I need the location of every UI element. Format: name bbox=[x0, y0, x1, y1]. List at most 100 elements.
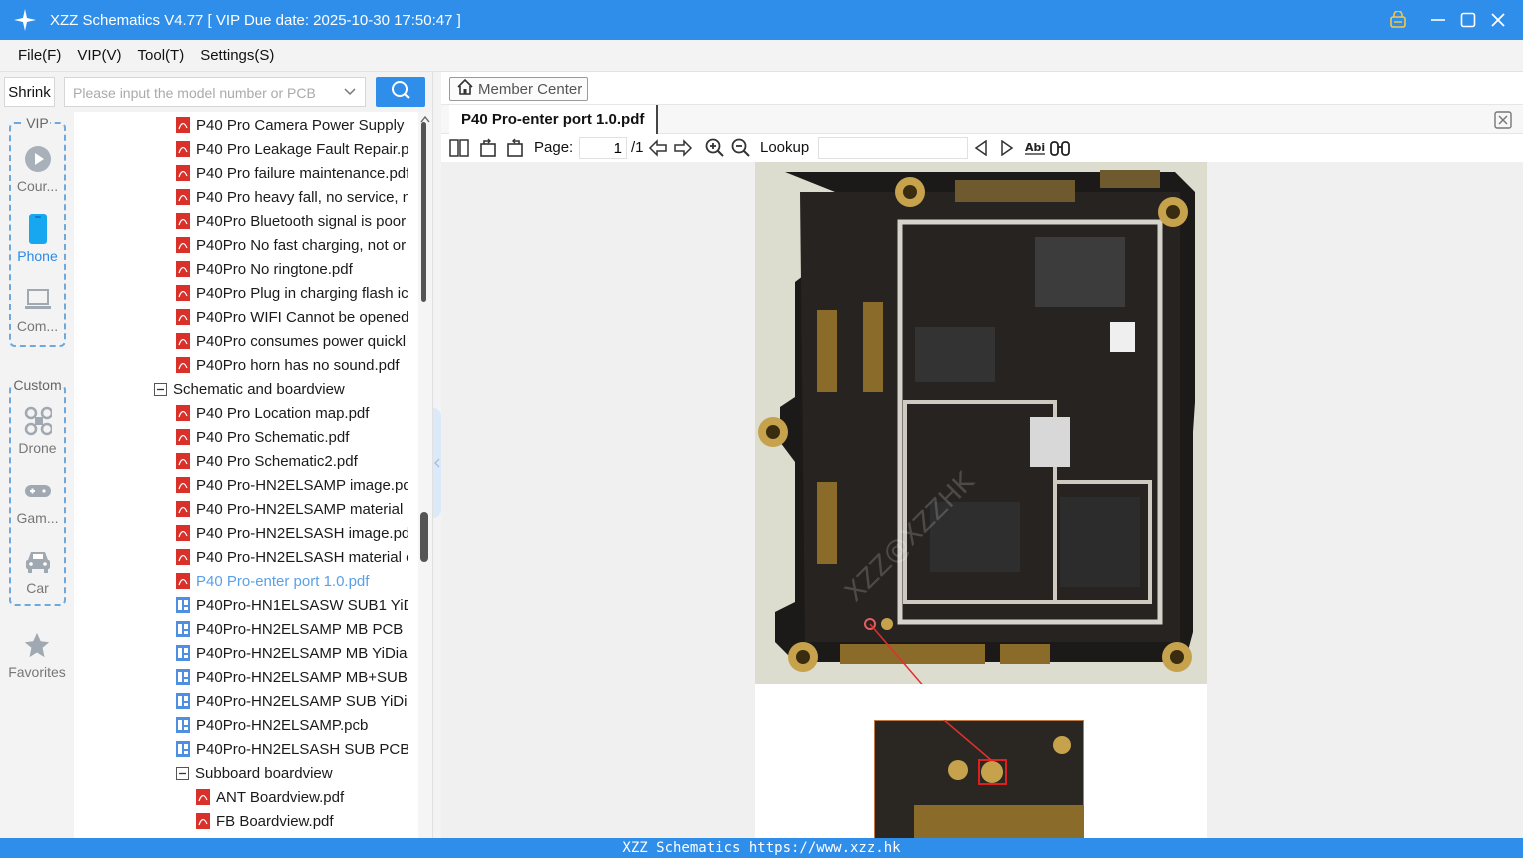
home-icon bbox=[456, 78, 474, 101]
rail-item-computer[interactable]: Com... bbox=[11, 284, 64, 344]
tree-file[interactable]: P40 Pro-enter port 1.0.pdf bbox=[176, 569, 408, 593]
collapse-box-icon bbox=[176, 766, 189, 780]
tree-file[interactable]: P40Pro horn has no sound.pdf bbox=[176, 353, 408, 377]
tree-row-label: P40 Pro Schematic.pdf bbox=[196, 428, 350, 446]
rotate-left-icon[interactable] bbox=[477, 137, 499, 159]
tree-file[interactable]: P40 Pro Leakage Fault Repair.pd bbox=[176, 137, 408, 161]
tree-row-label: Schematic and boardview bbox=[173, 380, 345, 398]
close-button[interactable] bbox=[1483, 5, 1513, 35]
rail-item-courses[interactable]: Cour... bbox=[11, 144, 64, 204]
pdf-viewer[interactable]: XZZ@XZZHK bbox=[441, 162, 1523, 838]
pdf-icon bbox=[176, 189, 190, 205]
title-bar: XZZ Schematics V4.77 [ VIP Due date: 202… bbox=[0, 0, 1523, 40]
rail-item-favorites[interactable]: Favorites bbox=[0, 630, 74, 690]
tree-file[interactable]: P40 Pro Location map.pdf bbox=[176, 401, 408, 425]
chevron-down-icon[interactable] bbox=[343, 85, 357, 99]
page-label: Page: bbox=[534, 139, 574, 156]
tree-file[interactable]: P40Pro-HN2ELSAMP MB PCB la bbox=[176, 617, 408, 641]
maximize-button[interactable] bbox=[1453, 5, 1483, 35]
tree-row-label: P40Pro-HN2ELSAMP MB YiDiar bbox=[196, 644, 408, 662]
menu-settings[interactable]: Settings(S) bbox=[192, 47, 282, 64]
tree-file[interactable]: P40 Pro heavy fall, no service, n bbox=[176, 185, 408, 209]
tree-row-label: P40 Pro failure maintenance.pdf bbox=[196, 164, 408, 182]
pdf-icon bbox=[176, 525, 190, 541]
window-title: XZZ Schematics V4.77 [ VIP Due date: 202… bbox=[50, 11, 461, 29]
collapse-handle[interactable] bbox=[433, 408, 441, 518]
tree-file[interactable]: P40Pro-HN2ELSAMP.pcb bbox=[176, 713, 408, 737]
file-tree: P40 Pro Camera Power Supply T P40 Pro Lea… bbox=[74, 112, 418, 838]
boardview-icon bbox=[176, 621, 190, 637]
tree-file[interactable]: P40 Pro-HN2ELSASH material o bbox=[176, 545, 408, 569]
rotate-right-icon[interactable] bbox=[504, 137, 526, 159]
tree-file[interactable]: ANT Boardview.pdf bbox=[196, 785, 408, 809]
tree-file[interactable]: P40 Pro Schematic2.pdf bbox=[176, 449, 408, 473]
tree-file[interactable]: P40 Pro failure maintenance.pdf bbox=[176, 161, 408, 185]
tree-file[interactable]: FB Boardview.pdf bbox=[196, 809, 408, 833]
tree-file[interactable]: P40Pro-HN2ELSAMP MB YiDiar bbox=[176, 641, 408, 665]
next-page-icon[interactable] bbox=[672, 137, 694, 159]
tree-file[interactable]: P40Pro Plug in charging flash ic bbox=[176, 281, 408, 305]
tree-file[interactable]: P40Pro WIFI Cannot be opened bbox=[176, 305, 408, 329]
rail-item-car[interactable]: Car bbox=[11, 546, 64, 606]
member-center-button[interactable]: Member Center bbox=[449, 77, 588, 101]
find-next-icon[interactable] bbox=[996, 137, 1018, 159]
zoom-in-icon[interactable] bbox=[704, 137, 726, 159]
model-search-combobox[interactable] bbox=[64, 77, 366, 107]
rail-item-game[interactable]: Gam... bbox=[11, 476, 64, 536]
pdf-icon bbox=[196, 789, 210, 805]
tree-scroll-thumb-outer[interactable] bbox=[421, 122, 426, 302]
tree-file[interactable]: P40 Pro Schematic.pdf bbox=[176, 425, 408, 449]
previous-page-icon[interactable] bbox=[647, 137, 669, 159]
search-button[interactable] bbox=[376, 77, 425, 107]
close-tab-icon[interactable] bbox=[1493, 110, 1513, 130]
tree-folder[interactable]: Schematic and boardview bbox=[154, 377, 408, 401]
pdf-icon bbox=[176, 117, 190, 133]
tree-file[interactable]: P40Pro-HN2ELSAMP SUB YiDia bbox=[176, 689, 408, 713]
match-case-icon[interactable]: Abi bbox=[1022, 137, 1048, 159]
pdf-page: XZZ@XZZHK bbox=[755, 162, 1207, 838]
minimize-button[interactable] bbox=[1423, 5, 1453, 35]
pdf-icon bbox=[176, 477, 190, 493]
rail-item-label: Cour... bbox=[16, 178, 59, 194]
binoculars-icon[interactable] bbox=[1049, 137, 1071, 159]
tree-row-label: Subboard boardview bbox=[195, 764, 333, 782]
tree-file[interactable]: P40Pro Bluetooth signal is poor bbox=[176, 209, 408, 233]
tree-file[interactable]: P40Pro-HN1ELSASW SUB1 YiDia bbox=[176, 593, 408, 617]
tree-row-label: P40Pro No fast charging, not or bbox=[196, 236, 407, 254]
collapse-box-icon bbox=[154, 382, 167, 396]
rail-item-drone[interactable]: Drone bbox=[11, 406, 64, 466]
custom-group: Custom Drone Gam... Car bbox=[9, 377, 66, 606]
split-view-icon[interactable] bbox=[448, 137, 470, 159]
tree-file[interactable]: P40Pro No fast charging, not or bbox=[176, 233, 408, 257]
tab-document[interactable]: P40 Pro-enter port 1.0.pdf bbox=[449, 105, 659, 134]
tree-file[interactable]: P40Pro-HN2ELSAMP MB+SUB I bbox=[176, 665, 408, 689]
tree-file[interactable]: P40 Pro Camera Power Supply T bbox=[176, 113, 408, 137]
tree-folder[interactable]: Subboard boardview bbox=[176, 761, 408, 785]
tree-row-label: P40Pro No ringtone.pdf bbox=[196, 260, 353, 278]
shrink-button[interactable]: Shrink bbox=[4, 77, 55, 107]
model-search-input[interactable] bbox=[73, 83, 335, 103]
rail-item-phone[interactable]: Phone bbox=[11, 214, 64, 274]
tree-file[interactable]: P40 Pro-HN2ELSAMP image.pd bbox=[176, 473, 408, 497]
menu-file[interactable]: File(F) bbox=[10, 47, 69, 64]
tree-file[interactable]: P40Pro No ringtone.pdf bbox=[176, 257, 408, 281]
tree-scroll-thumb[interactable] bbox=[420, 512, 428, 562]
tree-file[interactable]: P40Pro-HN2ELSASH SUB PCB la bbox=[176, 737, 408, 761]
tree-row-label: P40 Pro-HN2ELSAMP material c bbox=[196, 500, 408, 518]
page-number-input[interactable] bbox=[579, 137, 627, 159]
zoom-out-icon[interactable] bbox=[730, 137, 752, 159]
lookup-input[interactable] bbox=[818, 137, 968, 159]
menu-vip[interactable]: VIP(V) bbox=[69, 47, 129, 64]
tree-row-label: ANT Boardview.pdf bbox=[216, 788, 345, 806]
vip-lock-icon[interactable] bbox=[1383, 5, 1413, 35]
menu-tool[interactable]: Tool(T) bbox=[130, 47, 193, 64]
find-previous-icon[interactable] bbox=[970, 137, 992, 159]
tree-row-label: P40Pro-HN1ELSASW SUB1 YiDia bbox=[196, 596, 408, 614]
pdf-icon bbox=[176, 573, 190, 589]
tree-file[interactable]: P40 Pro-HN2ELSASH image.pdf bbox=[176, 521, 408, 545]
tree-file[interactable]: P40Pro consumes power quickl bbox=[176, 329, 408, 353]
panel-splitter[interactable] bbox=[432, 72, 441, 838]
tree-file[interactable]: P40 Pro-HN2ELSAMP material c bbox=[176, 497, 408, 521]
tree-row-label: P40 Pro heavy fall, no service, n bbox=[196, 188, 408, 206]
tree-scrollbar[interactable] bbox=[418, 112, 432, 838]
